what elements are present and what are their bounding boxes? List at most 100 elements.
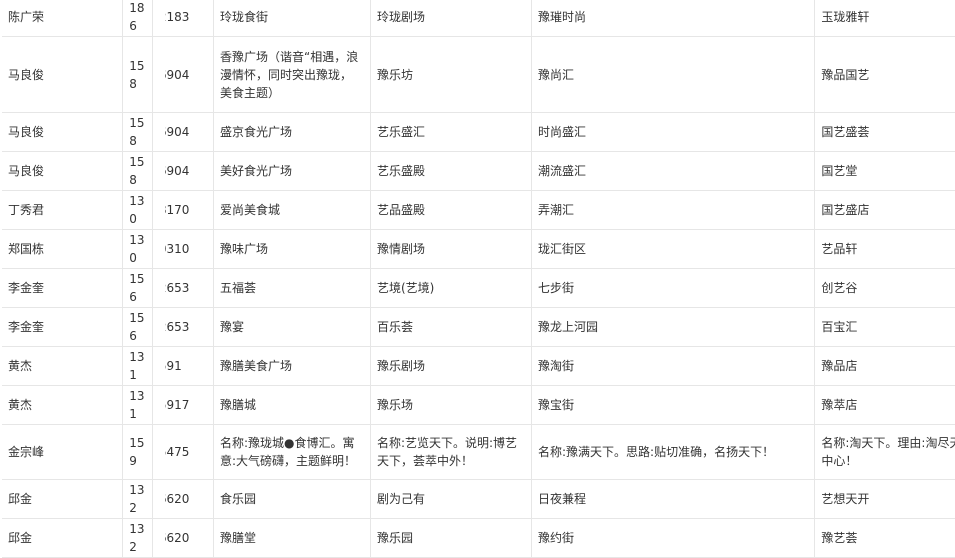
cell-phone-prefix: 186 bbox=[122, 0, 153, 37]
cell-name: 马良俊 bbox=[2, 36, 124, 113]
cell-phone-prefix: 130 bbox=[122, 229, 153, 269]
cell-theater-name: 豫情剧场 bbox=[370, 229, 533, 269]
cell-phone-prefix: 131 bbox=[122, 346, 153, 386]
cell-food-plaza-name: 玲珑食街 bbox=[213, 0, 371, 37]
cell-art-name: 豫萃店 bbox=[814, 385, 955, 425]
cell-fashion-name: 豫尚汇 bbox=[531, 36, 816, 113]
cell-phone-suffix: 2183 bbox=[152, 0, 214, 37]
cell-name: 黄杰 bbox=[2, 385, 124, 425]
cell-name: 金宗峰 bbox=[2, 424, 124, 480]
cell-phone-prefix: 132 bbox=[122, 518, 153, 558]
cell-food-plaza-name: 爱尚美食城 bbox=[213, 190, 371, 230]
cell-fashion-name: 豫龙上河园 bbox=[531, 307, 816, 347]
cell-art-name: 国艺盛店 bbox=[814, 190, 955, 230]
cell-art-name: 玉珑雅轩 bbox=[814, 0, 955, 37]
table-row: 李金奎 156 2653 豫宴 百乐荟 豫龙上河园 百宝汇 bbox=[2, 307, 955, 347]
cell-art-name: 名称:淘天下。理由:淘尽天国艺中心！ bbox=[814, 424, 955, 480]
cell-phone-suffix: 591 bbox=[152, 346, 214, 386]
cell-phone-suffix: 6904 bbox=[152, 36, 214, 113]
cell-theater-name: 艺品盛殿 bbox=[370, 190, 533, 230]
cell-name: 邱金 bbox=[2, 479, 124, 519]
cell-fashion-name: 珑汇街区 bbox=[531, 229, 816, 269]
cell-theater-name: 剧为己有 bbox=[370, 479, 533, 519]
cell-food-plaza-name: 豫膳城 bbox=[213, 385, 371, 425]
cell-art-name: 国艺堂 bbox=[814, 151, 955, 191]
cell-name: 郑国栋 bbox=[2, 229, 124, 269]
table-row: 郑国栋 130 0310 豫味广场 豫情剧场 珑汇街区 艺品轩 bbox=[2, 229, 955, 269]
table-row: 陈广荣 186 2183 玲珑食街 玲珑剧场 豫璀时尚 玉珑雅轩 bbox=[2, 0, 955, 37]
cell-fashion-name: 潮流盛汇 bbox=[531, 151, 816, 191]
cell-food-plaza-name: 名称:豫珑城●食博汇。寓意:大气磅礴，主题鲜明！ bbox=[213, 424, 371, 480]
cell-phone-suffix: 6904 bbox=[152, 112, 214, 152]
table-row: 丁秀君 130 8170 爱尚美食城 艺品盛殿 弄潮汇 国艺盛店 bbox=[2, 190, 955, 230]
cell-phone-suffix: 2653 bbox=[152, 307, 214, 347]
cell-phone-suffix: 5917 bbox=[152, 385, 214, 425]
data-table: 陈广荣 186 2183 玲珑食街 玲珑剧场 豫璀时尚 玉珑雅轩 马良俊 158 6904 香豫广场… bbox=[2, 0, 955, 558]
cell-food-plaza-name: 盛京食光广场 bbox=[213, 112, 371, 152]
table-row: 李金奎 156 2653 五福荟 艺境(艺境) 七步街 创艺谷 bbox=[2, 268, 955, 308]
cell-fashion-name: 名称:豫满天下。思路:贴切准确，名扬天下！ bbox=[531, 424, 816, 480]
cell-fashion-name: 豫淘街 bbox=[531, 346, 816, 386]
cell-phone-prefix: 132 bbox=[122, 479, 153, 519]
cell-food-plaza-name: 美好食光广场 bbox=[213, 151, 371, 191]
cell-theater-name: 豫乐场 bbox=[370, 385, 533, 425]
cell-art-name: 艺品轩 bbox=[814, 229, 955, 269]
cell-phone-prefix: 158 bbox=[122, 36, 153, 113]
table-row: 邱金 132 6620 食乐园 剧为己有 日夜兼程 艺想天开 bbox=[2, 479, 955, 519]
cell-food-plaza-name: 豫味广场 bbox=[213, 229, 371, 269]
table-row: 马良俊 158 6904 香豫广场（谐音“相遇，浪漫情怀，同时突出豫珑，美食主题） 豫乐… bbox=[2, 36, 955, 113]
table-row: 金宗峰 159 5475 名称:豫珑城●食博汇。寓意:大气磅礴，主题鲜明！ 名称:艺览天… bbox=[2, 424, 955, 480]
cell-phone-prefix: 131 bbox=[122, 385, 153, 425]
table-row: 邱金 132 6620 豫膳堂 豫乐园 豫约街 豫艺荟 bbox=[2, 518, 955, 558]
cell-name: 马良俊 bbox=[2, 112, 124, 152]
table-body: 陈广荣 186 2183 玲珑食街 玲珑剧场 豫璀时尚 玉珑雅轩 马良俊 158 6904 香豫广场… bbox=[2, 0, 955, 558]
cell-phone-prefix: 158 bbox=[122, 151, 153, 191]
cell-phone-suffix: 5475 bbox=[152, 424, 214, 480]
cell-art-name: 豫品店 bbox=[814, 346, 955, 386]
table-row: 黄杰 131 5917 豫膳城 豫乐场 豫宝街 豫萃店 bbox=[2, 385, 955, 425]
cell-theater-name: 艺乐盛殿 bbox=[370, 151, 533, 191]
cell-fashion-name: 日夜兼程 bbox=[531, 479, 816, 519]
cell-theater-name: 豫乐园 bbox=[370, 518, 533, 558]
cell-phone-prefix: 156 bbox=[122, 268, 153, 308]
cell-food-plaza-name: 豫宴 bbox=[213, 307, 371, 347]
cell-theater-name: 艺乐盛汇 bbox=[370, 112, 533, 152]
cell-art-name: 艺想天开 bbox=[814, 479, 955, 519]
cell-phone-suffix: 6620 bbox=[152, 479, 214, 519]
cell-phone-suffix: 8170 bbox=[152, 190, 214, 230]
cell-art-name: 百宝汇 bbox=[814, 307, 955, 347]
cell-art-name: 创艺谷 bbox=[814, 268, 955, 308]
cell-fashion-name: 七步街 bbox=[531, 268, 816, 308]
cell-art-name: 国艺盛荟 bbox=[814, 112, 955, 152]
cell-name: 黄杰 bbox=[2, 346, 124, 386]
cell-name: 陈广荣 bbox=[2, 0, 124, 37]
cell-theater-name: 名称:艺览天下。说明:博艺天下，荟萃中外！ bbox=[370, 424, 533, 480]
cell-phone-prefix: 156 bbox=[122, 307, 153, 347]
cell-name: 邱金 bbox=[2, 518, 124, 558]
cell-phone-suffix: 0310 bbox=[152, 229, 214, 269]
cell-phone-prefix: 130 bbox=[122, 190, 153, 230]
cell-name: 马良俊 bbox=[2, 151, 124, 191]
cell-theater-name: 百乐荟 bbox=[370, 307, 533, 347]
cell-theater-name: 豫乐剧场 bbox=[370, 346, 533, 386]
cell-phone-suffix: 2653 bbox=[152, 268, 214, 308]
cell-fashion-name: 豫约街 bbox=[531, 518, 816, 558]
cell-phone-suffix: 6620 bbox=[152, 518, 214, 558]
cell-fashion-name: 时尚盛汇 bbox=[531, 112, 816, 152]
cell-fashion-name: 豫璀时尚 bbox=[531, 0, 816, 37]
cell-theater-name: 艺境(艺境) bbox=[370, 268, 533, 308]
cell-phone-prefix: 158 bbox=[122, 112, 153, 152]
cell-food-plaza-name: 豫膳美食广场 bbox=[213, 346, 371, 386]
cell-theater-name: 豫乐坊 bbox=[370, 36, 533, 113]
cell-food-plaza-name: 豫膳堂 bbox=[213, 518, 371, 558]
cell-phone-prefix: 159 bbox=[122, 424, 153, 480]
cell-food-plaza-name: 香豫广场（谐音“相遇，浪漫情怀，同时突出豫珑，美食主题） bbox=[213, 36, 371, 113]
cell-food-plaza-name: 食乐园 bbox=[213, 479, 371, 519]
table-row: 黄杰 131 591 豫膳美食广场 豫乐剧场 豫淘街 豫品店 bbox=[2, 346, 955, 386]
cell-art-name: 豫品国艺 bbox=[814, 36, 955, 113]
cell-food-plaza-name: 五福荟 bbox=[213, 268, 371, 308]
cell-name: 丁秀君 bbox=[2, 190, 124, 230]
cell-fashion-name: 豫宝街 bbox=[531, 385, 816, 425]
cell-name: 李金奎 bbox=[2, 307, 124, 347]
cell-theater-name: 玲珑剧场 bbox=[370, 0, 533, 37]
